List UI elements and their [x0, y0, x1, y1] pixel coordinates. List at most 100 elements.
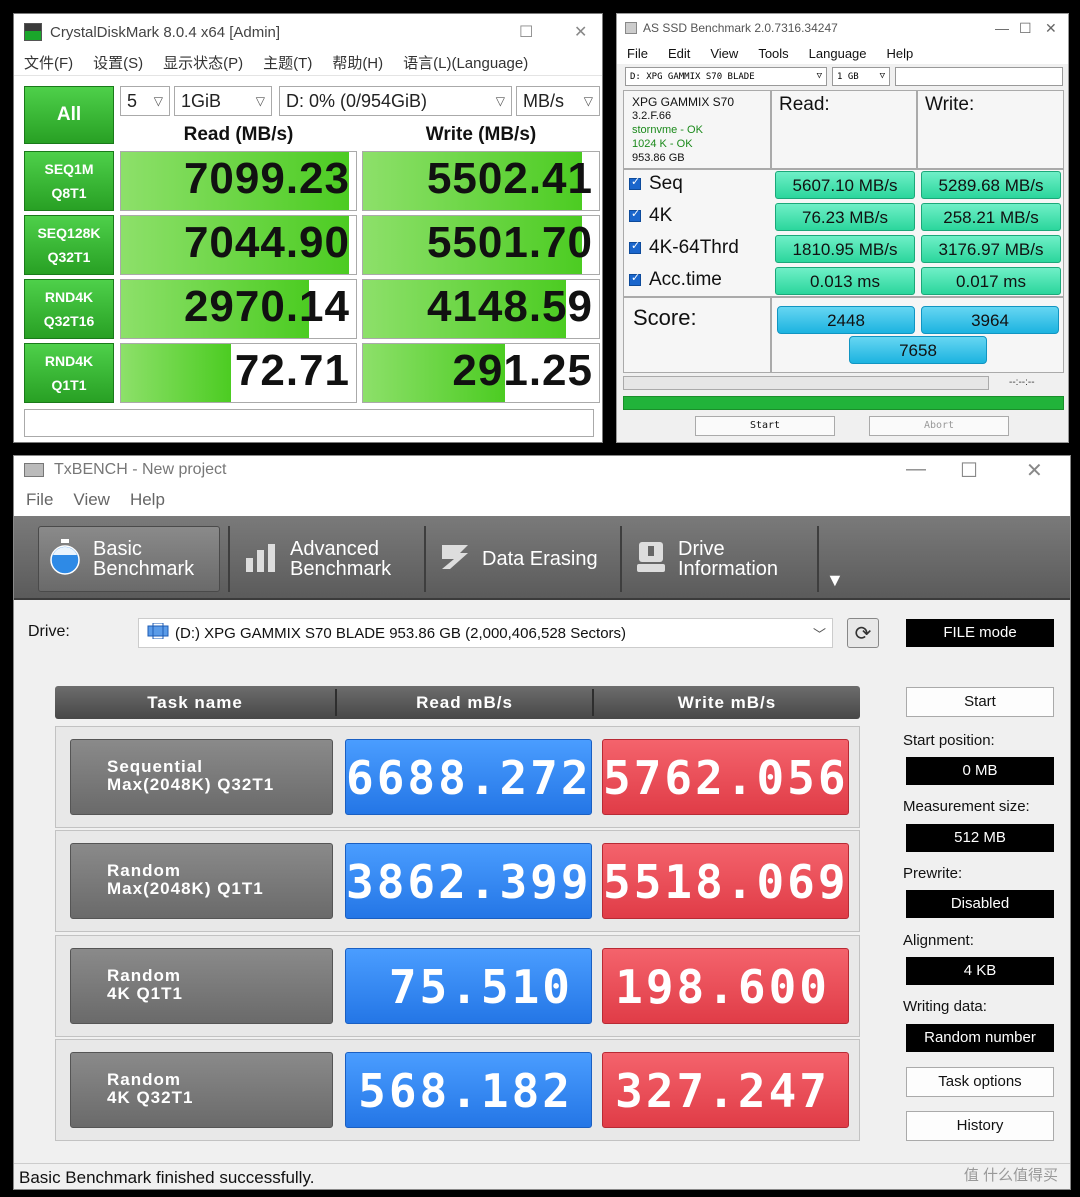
- minimize-icon[interactable]: —: [906, 458, 926, 481]
- task-name-line1: Random: [107, 861, 181, 880]
- test-size-select[interactable]: 1GiB ▽: [174, 86, 272, 116]
- start-button[interactable]: Start: [695, 416, 835, 436]
- write-column-header: Write (MB/s): [425, 124, 537, 145]
- asssd-menu-file[interactable]: File: [627, 46, 648, 61]
- cdm-menu-file[interactable]: 文件(F): [24, 52, 73, 73]
- chevron-down-icon: ▽: [255, 94, 265, 108]
- tx-menu-help[interactable]: Help: [130, 490, 165, 510]
- test-params: Q32T1: [47, 249, 91, 265]
- maximize-icon[interactable]: ☐: [519, 22, 533, 42]
- unit-select[interactable]: MB/s ▽: [516, 86, 600, 116]
- test-row-label[interactable]: RND4K Q1T1: [24, 343, 114, 403]
- write-result-cell: 5502.41: [362, 151, 600, 211]
- test-row-label[interactable]: RND4K Q32T16: [24, 279, 114, 339]
- drive-select[interactable]: D: 0% (0/954GiB) ▽: [279, 86, 512, 116]
- read-result-value: 1810.95 MB/s: [775, 235, 915, 263]
- close-icon[interactable]: ✕: [1026, 458, 1043, 483]
- test-row-label[interactable]: 4K: [629, 205, 672, 227]
- read-result-bar: [121, 344, 232, 402]
- tx-menu-view[interactable]: View: [73, 490, 110, 510]
- test-row-label[interactable]: 4K-64Thrd: [629, 237, 739, 259]
- task-options-button[interactable]: Task options: [906, 1067, 1054, 1097]
- tab-drive-information[interactable]: Drive Information: [626, 526, 818, 592]
- asssd-drive-select[interactable]: D: XPG GAMMIX S70 BLADE ▽: [625, 67, 827, 86]
- asssd-menu-view[interactable]: View: [710, 46, 738, 61]
- test-row-label[interactable]: SEQ1M Q8T1: [24, 151, 114, 211]
- tab-advanced-benchmark[interactable]: Advanced Benchmark: [234, 526, 419, 592]
- asssd-size-select[interactable]: 1 GB ▽: [832, 67, 890, 86]
- write-result-value: 4148.59: [426, 282, 593, 331]
- write-result-value: 3176.97 MB/s: [921, 235, 1061, 263]
- write-result-value: 291.25: [452, 346, 593, 395]
- as-ssd-app-icon: [625, 22, 637, 34]
- test-row-label[interactable]: Acc.time: [629, 269, 722, 291]
- prewrite-value: Disabled: [906, 890, 1054, 918]
- run-all-button[interactable]: All: [24, 86, 114, 144]
- read-result-value: 568.182: [345, 1052, 592, 1128]
- checkbox-checked-icon[interactable]: [629, 175, 641, 190]
- task-name-button[interactable]: Random Max(2048K) Q1T1: [70, 843, 333, 919]
- test-count-select[interactable]: 5 ▽: [120, 86, 170, 116]
- toolbar-separator: [228, 526, 230, 592]
- tab-basic-benchmark[interactable]: Basic Benchmark: [38, 526, 220, 592]
- task-name-line1: Random: [107, 1070, 181, 1089]
- history-button[interactable]: History: [906, 1111, 1054, 1141]
- read-header: Read mB/s: [416, 693, 513, 712]
- read-result-value: 7044.90: [183, 218, 350, 267]
- asssd-menu-tools[interactable]: Tools: [758, 46, 788, 61]
- score-read: 2448: [777, 306, 915, 334]
- results-row: Sequential Max(2048K) Q32T1 6688.272 576…: [55, 726, 860, 828]
- asssd-menu-help[interactable]: Help: [887, 46, 914, 61]
- asssd-read-header: Read:: [779, 94, 830, 115]
- checkbox-checked-icon[interactable]: [629, 239, 641, 254]
- eraser-icon: [440, 541, 470, 577]
- task-name-button[interactable]: Random 4K Q1T1: [70, 948, 333, 1024]
- drive-info-panel: XPG GAMMIX S70 3.2.F.66 stornvme - OK 10…: [623, 90, 771, 169]
- drive-value: D: 0% (0/954GiB): [286, 90, 428, 111]
- tx-drive-select[interactable]: (D:) XPG GAMMIX S70 BLADE 953.86 GB (2,0…: [138, 618, 833, 648]
- tab-data-erasing[interactable]: Data Erasing: [430, 526, 620, 592]
- drive-capacity: 953.86 GB: [632, 152, 685, 164]
- cdm-menu-help[interactable]: 帮助(H): [332, 52, 383, 73]
- minimize-icon[interactable]: —: [995, 20, 1009, 36]
- score-write: 3964: [921, 306, 1059, 334]
- maximize-icon[interactable]: ☐: [1019, 20, 1032, 37]
- abort-button[interactable]: Abort: [869, 416, 1009, 436]
- asssd-menubar: File Edit View Tools Language Help: [617, 42, 1068, 64]
- asssd-menu-language[interactable]: Language: [809, 46, 867, 61]
- driver-status: stornvme - OK: [632, 124, 703, 136]
- test-params: Q8T1: [51, 185, 87, 201]
- asssd-menu-edit[interactable]: Edit: [668, 46, 690, 61]
- task-name-button[interactable]: Random 4K Q32T1: [70, 1052, 333, 1128]
- task-name-line2: Max(2048K) Q1T1: [107, 879, 264, 898]
- read-result-value: 5607.10 MB/s: [775, 171, 915, 199]
- cdm-menu-settings[interactable]: 设置(S): [93, 52, 143, 73]
- asssd-drive-value: D: XPG GAMMIX S70 BLADE: [630, 71, 755, 82]
- toolbar-expand-icon[interactable]: ▼: [826, 570, 844, 591]
- cdm-menu-display[interactable]: 显示状态(P): [163, 52, 243, 73]
- task-name-button[interactable]: Sequential Max(2048K) Q32T1: [70, 739, 333, 815]
- write-result-value: 258.21 MB/s: [921, 203, 1061, 231]
- close-icon[interactable]: ✕: [1045, 20, 1057, 37]
- cdm-menu-language[interactable]: 语言(L)(Language): [403, 52, 528, 73]
- comment-field[interactable]: [24, 409, 594, 437]
- test-row-label[interactable]: SEQ128K Q32T1: [24, 215, 114, 275]
- test-row-label[interactable]: Seq: [629, 173, 683, 195]
- cdm-menu-theme[interactable]: 主题(T): [263, 52, 312, 73]
- tx-start-button[interactable]: Start: [906, 687, 1054, 717]
- refresh-icon[interactable]: ⟳: [847, 618, 879, 648]
- asssd-blank-field[interactable]: [895, 67, 1063, 86]
- toolbar-separator: [817, 526, 819, 592]
- results-row: Random 4K Q32T1 568.182 327.247: [55, 1039, 860, 1141]
- read-result-value: 72.71: [234, 346, 350, 395]
- checkbox-checked-icon[interactable]: [629, 207, 641, 222]
- close-icon[interactable]: ✕: [574, 22, 587, 42]
- test-name: Acc.time: [649, 269, 722, 290]
- drive-label: Drive:: [28, 623, 70, 640]
- tab-erasing-label: Data Erasing: [482, 548, 598, 570]
- tx-menu-file[interactable]: File: [26, 490, 53, 510]
- drive-info-icon: [636, 540, 666, 578]
- maximize-icon[interactable]: ☐: [960, 458, 978, 483]
- asssd-size-value: 1 GB: [837, 71, 859, 82]
- checkbox-checked-icon[interactable]: [629, 271, 641, 286]
